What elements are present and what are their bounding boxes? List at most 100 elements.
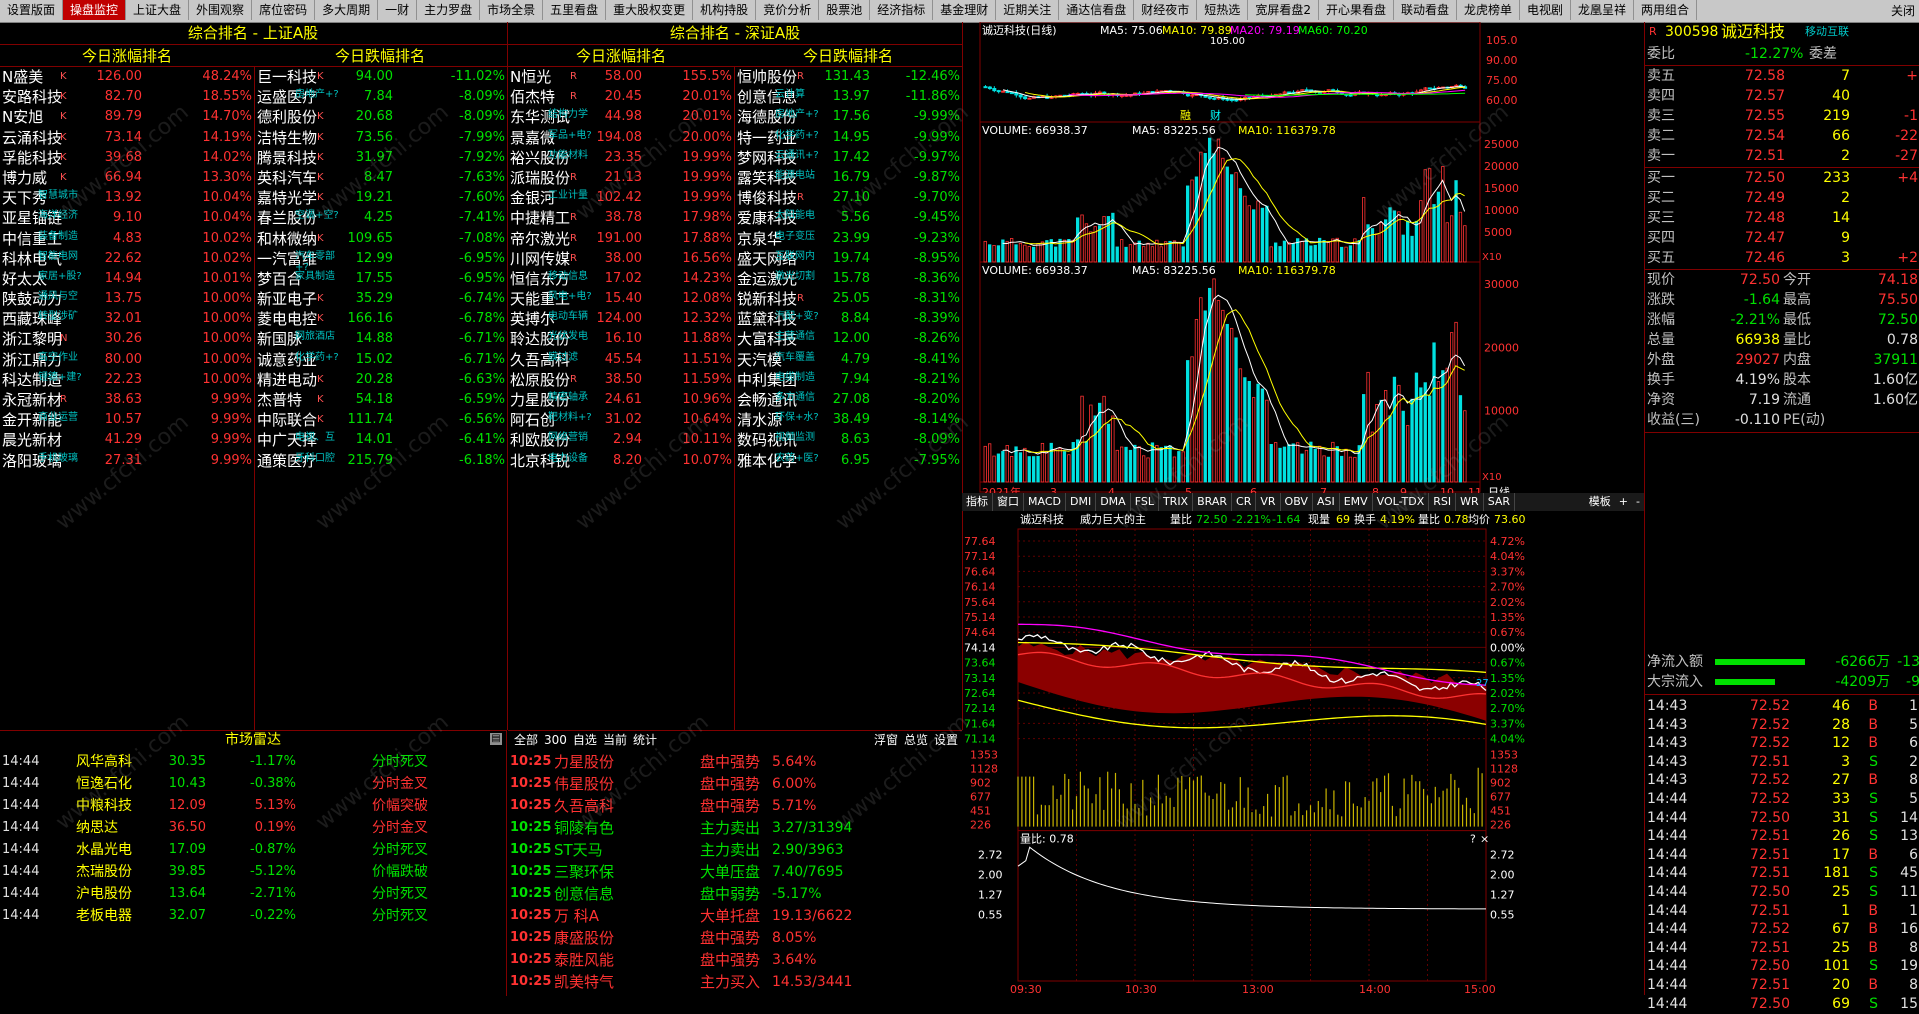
rank-row[interactable]: 浙江鼎力 高空作业 80.00 10.00% (0, 350, 254, 370)
rank-row[interactable]: 嘉特光学 K 19.21 -7.60% (255, 188, 507, 208)
radar-row[interactable]: 14:44 老板电器 32.07 -0.22% 分时死叉 (0, 905, 506, 927)
indicator-tab-14[interactable]: RSI (1429, 493, 1457, 511)
monitor-row[interactable]: 10:25 久吾高科 盘中强势 5.71% (508, 795, 962, 817)
rank-row[interactable]: 杰普特 K 54.18 -6.59% (255, 390, 507, 410)
tab-24[interactable]: 电视剧 (1520, 0, 1572, 20)
rank-row[interactable]: 晨光新材 41.29 9.99% (0, 430, 254, 450)
indicator-tab-2[interactable]: MACD (1024, 493, 1066, 511)
rank-row[interactable]: 会畅通讯 多方通信 27.08 -8.20% (735, 390, 962, 410)
radar-row[interactable]: 14:44 风华高科 30.35 -1.17% 分时死叉 (0, 751, 506, 773)
monitor-filter-1[interactable]: 300 (544, 733, 567, 747)
monitor-filter-0[interactable]: 全部 (514, 733, 538, 747)
rank-row[interactable]: 海德股份 房地产+? 17.56 -9.99% (735, 107, 962, 127)
rank-row[interactable]: 利欧股份 网络营销 2.94 10.11% (508, 430, 734, 450)
rank-row[interactable]: N盛美 K 126.00 48.24% (0, 67, 254, 87)
monitor-row[interactable]: 10:25 铜陵有色 主力卖出 3.27/31394 (508, 817, 962, 839)
rank-row[interactable]: 京泉华 电子变压 23.99 -9.23% (735, 229, 962, 249)
rank-row[interactable]: 帝尔激光 R 191.00 17.88% (508, 229, 734, 249)
radar-row[interactable]: 14:44 水晶光电 17.09 -0.87% 分时死叉 (0, 839, 506, 861)
rank-row[interactable]: 春兰股份 空调+空? 4.25 -7.41% (255, 208, 507, 228)
monitor-option-0[interactable]: 浮窗 (874, 733, 898, 747)
tab-0[interactable]: 设置版面 (0, 0, 64, 20)
rank-row[interactable]: 锐新科技 R 25.05 -8.31% (735, 289, 962, 309)
rank-row[interactable]: 诚意药业 化学药+? 15.02 -6.71% (255, 350, 507, 370)
rank-row[interactable]: 西藏珠峰 转型涉矿 32.01 10.00% (0, 309, 254, 329)
tab-3[interactable]: 外围观察 (189, 0, 253, 20)
kline-chart[interactable]: 诚迈科技(日线) MA5: 75.06 MA10: 79.89MA20: 79.19… (962, 22, 1644, 502)
rank-row[interactable]: 数码视讯 视频监测 8.63 -8.09% (735, 430, 962, 450)
rank-row[interactable]: 云涌科技 K 73.14 14.19% (0, 128, 254, 148)
rank-row[interactable]: 爱康科技 太阳能电 5.56 -9.45% (735, 208, 962, 228)
rank-row[interactable]: 天下秀 智慧城市 13.92 10.04% (0, 188, 254, 208)
monitor-row[interactable]: 10:25 伟星股份 盘中强势 6.00% (508, 773, 962, 795)
rank-row[interactable]: 蓝黛科技 汽配+变? 8.84 -8.39% (735, 309, 962, 329)
rank-row[interactable]: 天汽模 汽车覆盖 4.79 -8.41% (735, 350, 962, 370)
monitor-row[interactable]: 10:25 创意信息 盘中弱势 -5.17% (508, 883, 962, 905)
rank-row[interactable]: 新国脉 网旅酒店 14.88 -6.71% (255, 329, 507, 349)
rank-row[interactable]: 中捷精工 R 38.78 17.98% (508, 208, 734, 228)
rank-row[interactable]: 金银河 工业计量 102.42 19.99% (508, 188, 734, 208)
monitor-row[interactable]: 10:25 力星股份 盘中强势 5.64% (508, 751, 962, 773)
radar-menu-icon[interactable]: ▤ (490, 733, 502, 745)
tab-2[interactable]: 上证大盘 (126, 0, 190, 20)
rank-row[interactable]: 精进电动 K 20.28 -6.63% (255, 370, 507, 390)
rank-row[interactable]: 特一药业 化学药+? 14.95 -9.99% (735, 128, 962, 148)
rank-row[interactable]: 佰杰特 R 20.45 20.01% (508, 87, 734, 107)
indicator-right-1[interactable]: + (1615, 493, 1632, 511)
rank-row[interactable]: 景嘉微 军品+电? 194.08 20.00% (508, 128, 734, 148)
rank-row[interactable]: 浙江黎明 N 30.26 10.00% (0, 329, 254, 349)
monitor-filter-4[interactable]: 统计 (633, 733, 657, 747)
monitor-row[interactable]: 10:25 三聚环保 大单压盘 7.40/7695 (508, 861, 962, 883)
rank-row[interactable]: 中利集团 电缆制造 7.94 -8.21% (735, 370, 962, 390)
monitor-row[interactable]: 10:25 凯美特气 主力买入 14.53/3441 (508, 971, 962, 993)
rank-row[interactable]: 腾景科技 K 31.97 -7.92% (255, 148, 507, 168)
rank-row[interactable]: 久吾高科 膜过滤 45.54 11.51% (508, 350, 734, 370)
rank-row[interactable]: 和林微纳 K 109.65 -7.08% (255, 229, 507, 249)
indicator-tab-3[interactable]: DMI (1066, 493, 1097, 511)
rank-row[interactable]: 派瑞股份 R 21.13 19.99% (508, 168, 734, 188)
indicator-tab-15[interactable]: WR (1456, 493, 1484, 511)
tab-17[interactable]: 通达信看盘 (1059, 0, 1135, 20)
rank-row[interactable]: 巨一科技 K 94.00 -11.02% (255, 67, 507, 87)
rank-row[interactable]: 陕鼓动力 通风与空 13.75 10.00% (0, 289, 254, 309)
rank-row[interactable]: N恒光 R 58.00 155.5% (508, 67, 734, 87)
monitor-filter-3[interactable]: 当前 (603, 733, 627, 747)
indicator-tab-6[interactable]: TRIX (1159, 493, 1194, 511)
rank-row[interactable]: 菱电电控 K 166.16 -6.78% (255, 309, 507, 329)
rank-row[interactable]: 英科汽车 K 8.47 -7.63% (255, 168, 507, 188)
tab-22[interactable]: 联动看盘 (1394, 0, 1457, 20)
monitor-row[interactable]: 10:25 康盛股份 盘中强势 8.05% (508, 927, 962, 949)
tab-12[interactable]: 竞价分析 (756, 0, 820, 20)
rank-row[interactable]: 大富科技 主营通信 12.00 -8.26% (735, 329, 962, 349)
radar-row[interactable]: 14:44 恒逸石化 10.43 -0.38% 分时金叉 (0, 773, 506, 795)
rank-row[interactable]: 松原股份 R 38.50 11.59% (508, 370, 734, 390)
tab-20[interactable]: 宽屏看盘2 (1248, 0, 1319, 20)
tab-23[interactable]: 龙虎榜单 (1457, 0, 1520, 20)
tab-5[interactable]: 多大周期 (315, 0, 379, 20)
rank-row[interactable]: 北京科锐 电力设备 8.20 10.07% (508, 451, 734, 471)
tab-10[interactable]: 重大股权变更 (606, 0, 694, 20)
tab-16[interactable]: 近期关注 (996, 0, 1060, 20)
rank-row[interactable]: 梦百合 家具制造 17.55 -6.95% (255, 269, 507, 289)
rank-row[interactable]: 运盛医疗 房地产+? 7.84 -8.09% (255, 87, 507, 107)
rank-row[interactable]: 盛天网络 互联网内 19.74 -8.95% (735, 249, 962, 269)
rank-row[interactable]: 中信重工 装备制造 4.83 10.02% (0, 229, 254, 249)
tab-14[interactable]: 经济指标 (870, 0, 934, 20)
rank-row[interactable]: 科达制造 锂德+建? 22.23 10.00% (0, 370, 254, 390)
rank-row[interactable]: 力星股份 精密轴承 24.61 10.96% (508, 390, 734, 410)
tab-6[interactable]: 一财 (378, 0, 418, 20)
rank-row[interactable]: 中际联合 K 111.74 -6.56% (255, 410, 507, 430)
radar-row[interactable]: 14:44 中粮科技 12.09 5.13% 价幅突破 (0, 795, 506, 817)
rank-row[interactable]: 川网传媒 R 38.00 16.56% (508, 249, 734, 269)
indicator-tab-12[interactable]: EMV (1340, 493, 1373, 511)
indicator-tab-8[interactable]: CR (1232, 493, 1257, 511)
indicator-tab-10[interactable]: OBV (1281, 493, 1313, 511)
intraday-chart[interactable]: 诚迈科技 威力巨大的主 量比 72.50 -2.21% -1.64 现量 69 换手 4.19% 量… (962, 511, 1644, 995)
tab-18[interactable]: 财经夜市 (1134, 0, 1198, 20)
rank-row[interactable]: 中广天择 电视、互 14.01 -6.41% (255, 430, 507, 450)
tab-9[interactable]: 五里看盘 (543, 0, 607, 20)
rank-row[interactable]: 金开新能 商业运营 10.57 9.99% (0, 410, 254, 430)
close-button[interactable]: 关闭 (1891, 2, 1915, 19)
indicator-tab-5[interactable]: FSL (1131, 493, 1159, 511)
indicator-tab-4[interactable]: DMA (1096, 493, 1131, 511)
